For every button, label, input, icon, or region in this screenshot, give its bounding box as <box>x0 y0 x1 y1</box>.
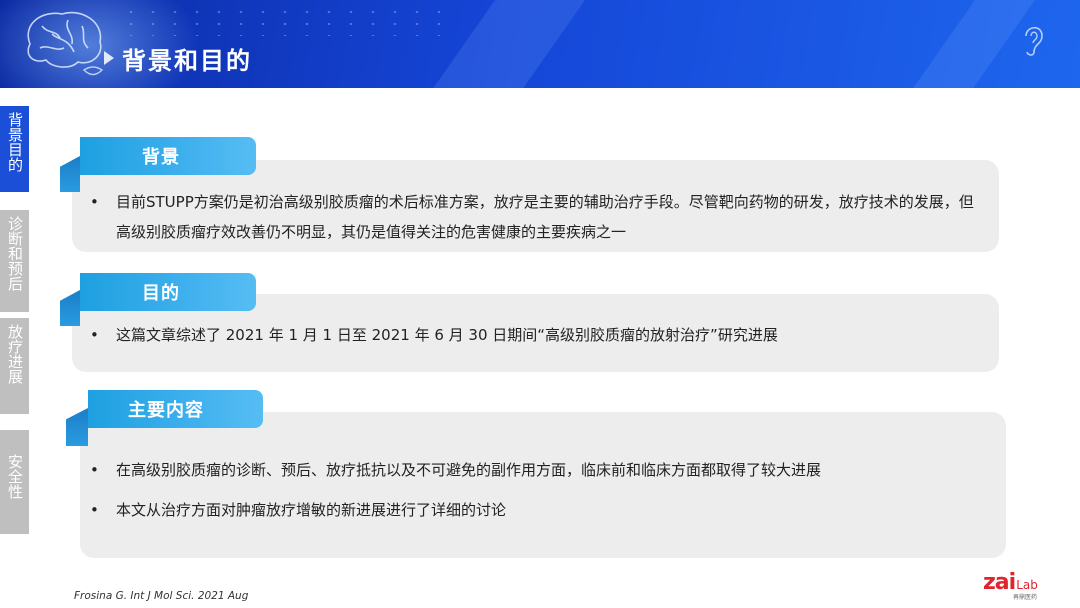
page-title-text: 背景和目的 <box>122 46 252 75</box>
nav-item-diagnosis[interactable]: 诊断和预后 <box>0 210 29 312</box>
purpose-bullets: 这篇文章综述了 2021 年 1 月 1 日至 2021 年 6 月 30 日期… <box>76 320 981 350</box>
tab-fold <box>66 408 88 446</box>
header-banner: 背景和目的 <box>0 0 1080 88</box>
list-item: 目前STUPP方案仍是初治高级别胶质瘤的术后标准方案，放疗是主要的辅助治疗手段。… <box>76 187 981 247</box>
list-item: 本文从治疗方面对肿瘤放疗增敏的新进展进行了详细的讨论 <box>76 495 981 525</box>
section-tab-background: 背景 <box>80 137 256 175</box>
background-bullets: 目前STUPP方案仍是初治高级别胶质瘤的术后标准方案，放疗是主要的辅助治疗手段。… <box>76 187 981 247</box>
list-item: 这篇文章综述了 2021 年 1 月 1 日至 2021 年 6 月 30 日期… <box>76 320 981 350</box>
nav-item-background[interactable]: 背景目的 <box>0 106 29 192</box>
lips-icon <box>82 66 104 76</box>
title-arrow-icon <box>104 51 114 65</box>
section-title: 背景 <box>142 147 180 168</box>
zailab-logo: zai Lab 再鼎医药 <box>983 570 1038 601</box>
logo-sub: Lab <box>1016 578 1038 592</box>
nav-item-label: 安全性 <box>6 454 24 499</box>
citation: Frosina G. Int J Mol Sci. 2021 Aug <box>74 590 249 602</box>
logo-cn: 再鼎医药 <box>1013 594 1038 601</box>
nav-item-label: 放疗进展 <box>6 324 24 384</box>
ear-icon <box>1025 26 1043 56</box>
section-tab-content: 主要内容 <box>88 390 263 428</box>
nav-item-safety[interactable]: 安全性 <box>0 430 29 534</box>
nav-item-label: 背景目的 <box>6 112 24 172</box>
section-title: 目的 <box>142 283 180 304</box>
header-dots <box>120 6 440 36</box>
nav-item-radiotherapy[interactable]: 放疗进展 <box>0 318 29 414</box>
content-bullets: 在高级别胶质瘤的诊断、预后、放疗抵抗以及不可避免的副作用方面，临床前和临床方面都… <box>76 455 981 525</box>
section-tab-purpose: 目的 <box>80 273 256 311</box>
logo-main: zai <box>983 570 1016 595</box>
brain-icon <box>27 11 104 76</box>
nav-item-label: 诊断和预后 <box>6 216 24 291</box>
list-item: 在高级别胶质瘤的诊断、预后、放疗抵抗以及不可避免的副作用方面，临床前和临床方面都… <box>76 455 981 485</box>
section-title: 主要内容 <box>128 400 204 421</box>
header-stripe <box>417 0 593 88</box>
page-title: 背景和目的 <box>104 38 304 78</box>
